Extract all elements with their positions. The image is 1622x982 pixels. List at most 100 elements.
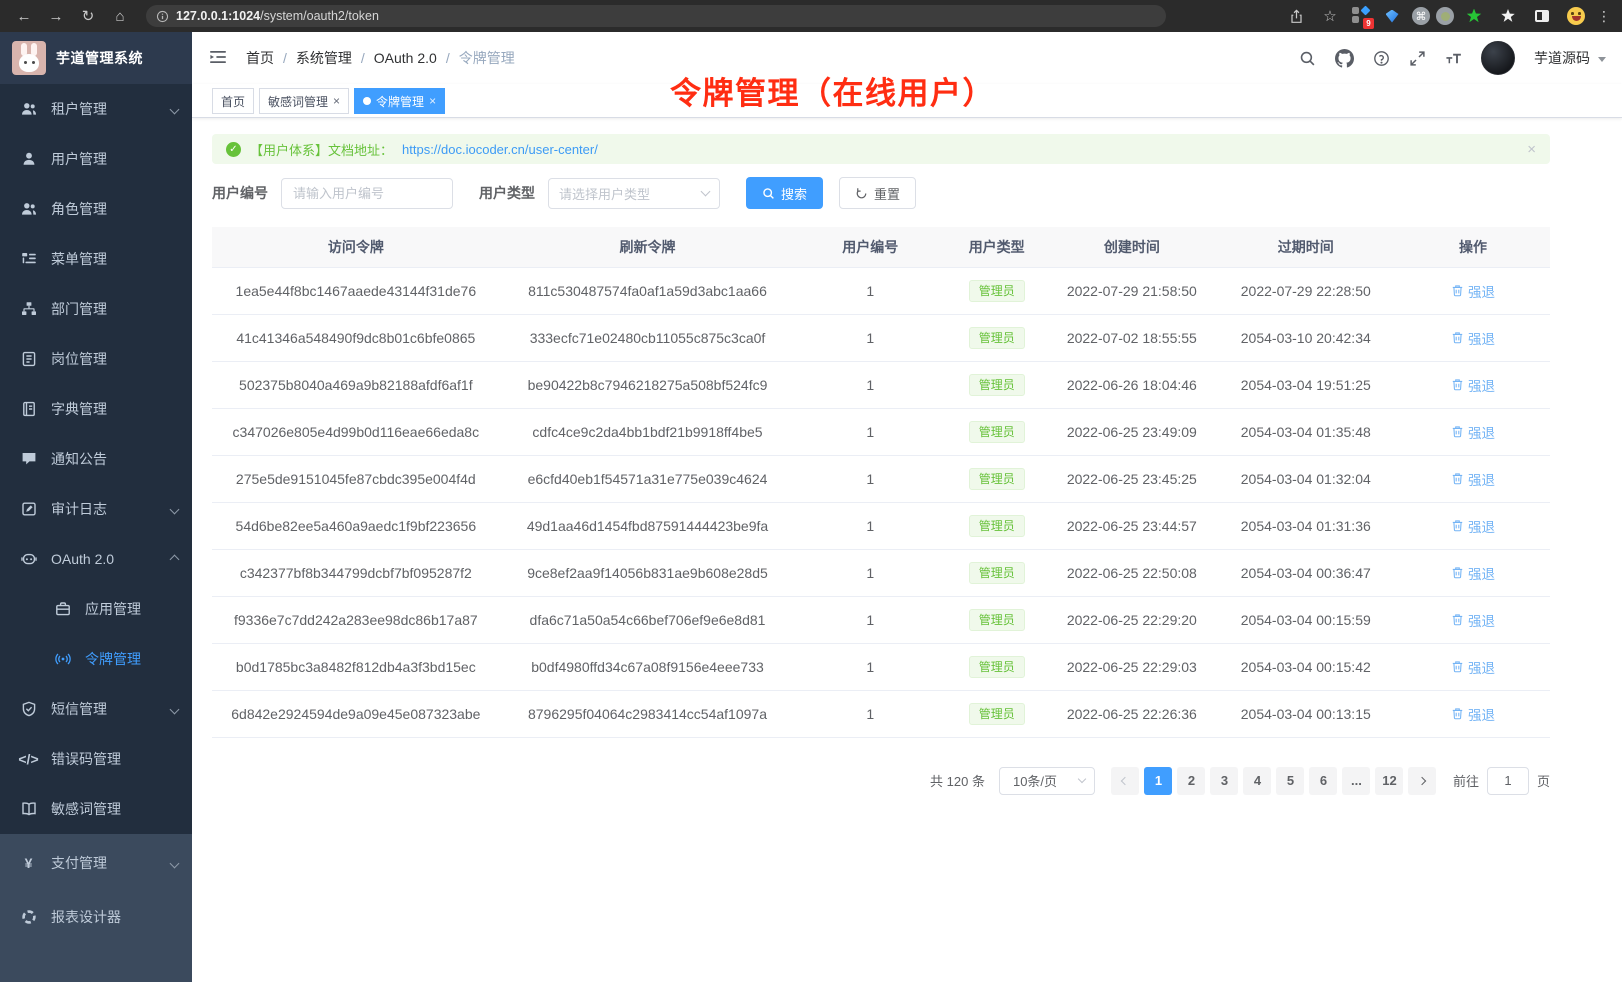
sidebar-item-post[interactable]: 岗位管理 bbox=[0, 334, 192, 384]
sidebar-item-notice[interactable]: 通知公告 bbox=[0, 434, 192, 484]
address-bar[interactable]: 127.0.0.1:1024/system/oauth2/token bbox=[146, 5, 1166, 27]
user-id-cell: 1 bbox=[795, 596, 945, 643]
breadcrumb-item[interactable]: 首页 bbox=[246, 48, 274, 68]
sidebar-item-sensitive-word[interactable]: 敏感词管理 bbox=[0, 784, 192, 834]
font-size-icon[interactable] bbox=[1445, 50, 1462, 67]
emoji-profile-icon[interactable] bbox=[1562, 4, 1590, 28]
trash-icon bbox=[1451, 472, 1464, 485]
trash-icon bbox=[1451, 707, 1464, 720]
column-header: 访问令牌 bbox=[212, 227, 500, 267]
force-logout-button[interactable]: 强退 bbox=[1451, 610, 1495, 630]
green-star-extension-icon[interactable] bbox=[1460, 4, 1488, 28]
sidebar-item-error-code[interactable]: </>错误码管理 bbox=[0, 734, 192, 784]
extension-grid-icon[interactable]: 9 bbox=[1350, 5, 1372, 27]
search-icon bbox=[762, 187, 775, 200]
code-icon: </> bbox=[20, 751, 37, 768]
header-search-icon[interactable] bbox=[1299, 50, 1316, 67]
share-icon[interactable] bbox=[1282, 4, 1310, 28]
force-logout-button[interactable]: 强退 bbox=[1451, 516, 1495, 536]
user-id-cell: 1 bbox=[795, 455, 945, 502]
table-row: 6d842e2924594de9a09e45e087323abe8796295f… bbox=[212, 690, 1550, 737]
tab-item[interactable]: 令牌管理× bbox=[354, 88, 445, 114]
gem-extension-icon[interactable] bbox=[1378, 4, 1406, 28]
sidebar-item-dept[interactable]: 部门管理 bbox=[0, 284, 192, 334]
side-panel-icon[interactable] bbox=[1528, 4, 1556, 28]
bookmark-star-icon[interactable]: ☆ bbox=[1316, 4, 1344, 28]
fullscreen-icon[interactable] bbox=[1409, 50, 1426, 67]
user-avatar[interactable] bbox=[1481, 41, 1515, 75]
tab-item[interactable]: 首页 bbox=[212, 88, 254, 114]
force-logout-button[interactable]: 强退 bbox=[1451, 281, 1495, 301]
goto-page-input[interactable] bbox=[1487, 767, 1529, 795]
tab-close-icon[interactable]: × bbox=[333, 95, 340, 107]
sidebar-item-pay[interactable]: ¥支付管理 bbox=[0, 836, 192, 890]
sidebar-item-user[interactable]: 用户管理 bbox=[0, 134, 192, 184]
browser-menu-icon[interactable]: ⋮ bbox=[1596, 8, 1612, 25]
page-button[interactable]: 2 bbox=[1177, 767, 1205, 795]
white-star-extension-icon[interactable] bbox=[1494, 4, 1522, 28]
sidebar-item-report-designer[interactable]: 报表设计器 bbox=[0, 890, 192, 944]
user-id-input[interactable] bbox=[281, 178, 453, 209]
page-button[interactable]: 1 bbox=[1144, 767, 1172, 795]
sidebar-header[interactable]: 芋道管理系统 bbox=[0, 32, 192, 84]
reset-button[interactable]: 重置 bbox=[839, 177, 916, 209]
page-button[interactable]: 5 bbox=[1276, 767, 1304, 795]
pager-ellipsis[interactable]: ... bbox=[1342, 767, 1370, 795]
breadcrumb-item[interactable]: OAuth 2.0 bbox=[374, 50, 437, 66]
pagination: 共 120 条 10条/页 123456...12 前往 页 bbox=[212, 767, 1550, 795]
expire-time-cell: 2054-03-04 01:32:04 bbox=[1215, 455, 1396, 502]
sidebar-item-oauth2[interactable]: OAuth 2.0 bbox=[0, 534, 192, 584]
next-page-button[interactable] bbox=[1408, 767, 1436, 795]
user-menu[interactable]: 芋道源码 bbox=[1534, 48, 1606, 68]
force-logout-button[interactable]: 强退 bbox=[1451, 375, 1495, 395]
site-info-icon[interactable] bbox=[156, 10, 169, 23]
user-type-placeholder: 请选择用户类型 bbox=[559, 184, 650, 203]
browser-reload-icon[interactable]: ↻ bbox=[74, 4, 102, 28]
search-button[interactable]: 搜索 bbox=[746, 177, 823, 209]
page-size-select[interactable]: 10条/页 bbox=[999, 767, 1095, 795]
page-button[interactable]: 12 bbox=[1375, 767, 1403, 795]
record-extension-icon[interactable] bbox=[1436, 7, 1454, 25]
sidebar-item-role[interactable]: 角色管理 bbox=[0, 184, 192, 234]
main-area: 令牌管理（在线用户） 首页/系统管理/OAuth 2.0/令牌管理 bbox=[192, 32, 1622, 982]
pager: 123456...12 bbox=[1109, 767, 1439, 795]
github-icon[interactable] bbox=[1335, 49, 1354, 68]
goto-label: 前往 bbox=[1453, 771, 1479, 790]
help-icon[interactable] bbox=[1373, 50, 1390, 67]
force-logout-button[interactable]: 强退 bbox=[1451, 657, 1495, 677]
prev-page-button[interactable] bbox=[1111, 767, 1139, 795]
force-logout-button[interactable]: 强退 bbox=[1451, 422, 1495, 442]
browser-back-icon[interactable]: ← bbox=[10, 4, 38, 28]
user-type-select[interactable]: 请选择用户类型 bbox=[548, 178, 720, 209]
expire-time-cell: 2054-03-04 01:31:36 bbox=[1215, 502, 1396, 549]
action-cell: 强退 bbox=[1396, 408, 1550, 455]
page-button[interactable]: 3 bbox=[1210, 767, 1238, 795]
sidebar-item-oauth2-token[interactable]: 令牌管理 bbox=[0, 634, 192, 684]
banner-close-icon[interactable]: × bbox=[1527, 141, 1536, 158]
force-logout-button[interactable]: 强退 bbox=[1451, 469, 1495, 489]
page-button[interactable]: 6 bbox=[1309, 767, 1337, 795]
tab-item[interactable]: 敏感词管理× bbox=[259, 88, 349, 114]
page-button[interactable]: 4 bbox=[1243, 767, 1271, 795]
sidebar-item-tenant[interactable]: 租户管理 bbox=[0, 84, 192, 134]
force-logout-button[interactable]: 强退 bbox=[1451, 328, 1495, 348]
browser-home-icon[interactable]: ⌂ bbox=[106, 4, 134, 28]
sidebar-item-sms[interactable]: 短信管理 bbox=[0, 684, 192, 734]
refresh-token-cell: 811c530487574fa0af1a59d3abc1aa66 bbox=[500, 267, 796, 314]
sidebar-item-dict[interactable]: 字典管理 bbox=[0, 384, 192, 434]
force-logout-button[interactable]: 强退 bbox=[1451, 563, 1495, 583]
tab-close-icon[interactable]: × bbox=[429, 95, 436, 107]
expire-time-cell: 2054-03-04 00:15:42 bbox=[1215, 643, 1396, 690]
sidebar-item-audit-log[interactable]: 审计日志 bbox=[0, 484, 192, 534]
table-row: c347026e805e4d99b0d116eae66eda8ccdfc4ce9… bbox=[212, 408, 1550, 455]
sidebar-collapse-icon[interactable] bbox=[208, 49, 230, 67]
sidebar-item-oauth2-app[interactable]: 应用管理 bbox=[0, 584, 192, 634]
chevron-right-icon bbox=[1418, 776, 1426, 784]
breadcrumb-item[interactable]: 系统管理 bbox=[296, 48, 352, 68]
doc-link[interactable]: https://doc.iocoder.cn/user-center/ bbox=[402, 142, 598, 157]
sidebar-item-menu[interactable]: 菜单管理 bbox=[0, 234, 192, 284]
force-logout-button[interactable]: 强退 bbox=[1451, 704, 1495, 724]
chevron-up-icon bbox=[170, 554, 180, 564]
command-extension-icon[interactable]: ⌘ bbox=[1412, 7, 1430, 25]
browser-forward-icon[interactable]: → bbox=[42, 4, 70, 28]
